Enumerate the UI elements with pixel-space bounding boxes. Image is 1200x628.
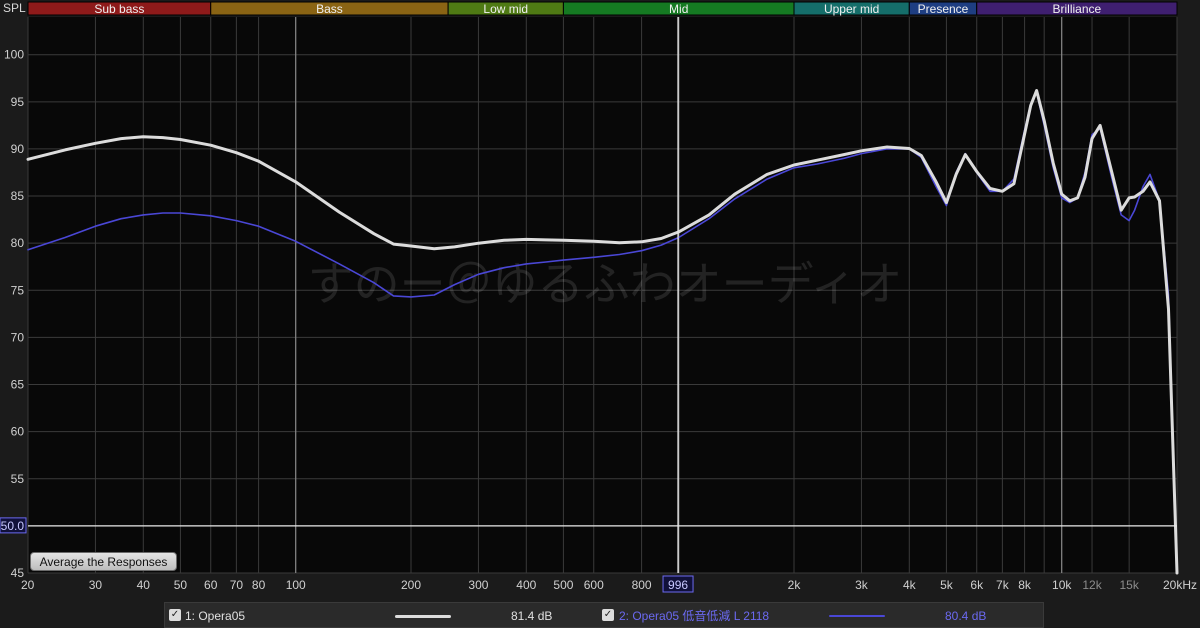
x-tick-label: 300 [468,578,488,592]
frequency-response-chart: Sub bass Bass Low mid Mid Upper mid Presence B… [0,0,1200,628]
y-tick-label: 85 [11,189,25,203]
x-tick-label: 40 [137,578,151,592]
x-tick-label: 2k [788,578,802,592]
band-label: Brilliance [1053,2,1102,16]
cursor-x-readout: 996 [668,578,688,592]
y-tick-label: 70 [11,330,25,344]
x-tick-label: 20kHz [1163,578,1197,592]
average-responses-button[interactable]: Average the Responses [30,552,177,571]
band-label: Low mid [483,2,528,16]
x-tick-label: 80 [252,578,266,592]
y-tick-label: 95 [11,95,25,109]
legend-swatch-1 [395,615,451,618]
legend: ✓ 1: Opera05 81.4 dB ✓ 2: Opera05 低音低減 L… [164,602,1044,628]
y-tick-label: 90 [11,142,25,156]
x-tick-label: 4k [903,578,917,592]
x-tick-label: 30 [89,578,103,592]
legend-checkbox-1[interactable]: ✓ [169,609,181,621]
x-tick-label: 3k [855,578,869,592]
band-label: Sub bass [94,2,144,16]
x-tick-label: 6k [970,578,984,592]
x-tick-label: 5k [940,578,954,592]
band-label: Bass [316,2,343,16]
y-axis-label: SPL [3,1,26,15]
y-tick-label: 100 [4,48,24,62]
legend-swatch-2 [829,615,885,617]
band-label: Upper mid [824,2,879,16]
band-label: Presence [918,2,969,16]
x-tick-label: 100 [286,578,306,592]
x-tick-label: 8k [1018,578,1032,592]
x-tick-label: 7k [996,578,1010,592]
y-tick-label: 65 [11,378,25,392]
x-tick-label: 50 [174,578,188,592]
x-tick-label: 70 [230,578,244,592]
y-tick-label: 60 [11,425,25,439]
x-tick-label: 600 [584,578,604,592]
y-tick-label: 80 [11,236,25,250]
x-tick-label: 10k [1052,578,1072,592]
x-tick-label: 200 [401,578,421,592]
legend-value-2: 80.4 dB [945,609,987,623]
cursor-y-readout: 50.0 [1,519,25,533]
y-tick-label: 75 [11,283,25,297]
x-tick-label: 400 [516,578,536,592]
legend-value-1: 81.4 dB [511,609,553,623]
legend-label-1[interactable]: 1: Opera05 [185,608,245,624]
y-tick-label: 55 [11,472,25,486]
watermark: すのー＠ゆるふわオーディオ [308,258,903,310]
legend-label-2[interactable]: 2: Opera05 低音低減 L 2118 [619,608,769,624]
frequency-bands: Sub bass Bass Low mid Mid Upper mid Presence B… [27,1,1178,16]
x-tick-label: 500 [553,578,573,592]
x-tick-label: 12k [1082,578,1102,592]
x-tick-label: 20 [21,578,35,592]
x-tick-label: 15k [1119,578,1139,592]
x-tick-label: 800 [632,578,652,592]
band-label: Mid [669,2,688,16]
x-tick-label: 60 [204,578,218,592]
legend-checkbox-2[interactable]: ✓ [602,609,614,621]
